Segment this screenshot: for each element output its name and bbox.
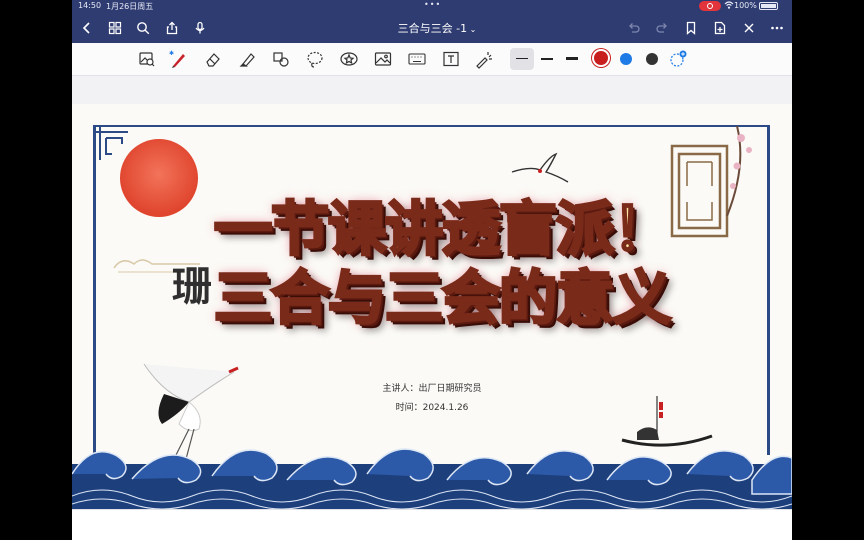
presenter-line: 主讲人：出厂日期研究员 <box>382 384 482 394</box>
document-title[interactable]: 三合与三会 -1 ⌄ <box>382 20 492 36</box>
line-width-thick[interactable] <box>566 57 578 60</box>
search-icon[interactable] <box>134 19 152 37</box>
eraser-icon[interactable] <box>203 49 223 69</box>
status-bar: 14:50 1月26日周五 ••• 100% <box>72 0 792 12</box>
bookmark-icon[interactable] <box>682 19 700 37</box>
keyboard-icon[interactable] <box>407 49 427 69</box>
battery-icon <box>759 2 778 10</box>
line-width-thin[interactable] <box>516 58 528 59</box>
battery-percent: 100% <box>734 1 757 10</box>
microphone-icon[interactable] <box>191 19 209 37</box>
more-icon[interactable] <box>768 19 786 37</box>
redo-icon[interactable] <box>653 19 671 37</box>
color-blue-swatch[interactable] <box>620 53 632 65</box>
shapes-icon[interactable] <box>271 49 291 69</box>
chevron-down-icon: ⌄ <box>467 25 477 34</box>
line-width-medium[interactable] <box>541 58 553 60</box>
svg-text:✱: ✱ <box>169 50 174 57</box>
date-line: 时间：2024.1.26 <box>395 403 469 413</box>
undo-icon[interactable] <box>625 19 643 37</box>
color-red-swatch[interactable] <box>594 51 608 65</box>
ipad-screen: 14:50 1月26日周五 ••• 100% 三合与三会 -1 ⌄ ✱ 珊 一节… <box>72 0 792 540</box>
highlighter-icon[interactable] <box>237 49 257 69</box>
line-width-selected[interactable] <box>510 48 534 70</box>
color-black-swatch[interactable] <box>646 53 658 65</box>
document-nav-bar: 三合与三会 -1 ⌄ <box>72 12 792 43</box>
image-icon[interactable] <box>373 49 393 69</box>
text-box-icon[interactable] <box>441 49 461 69</box>
sticker-icon[interactable] <box>339 49 359 69</box>
lasso-image-icon[interactable] <box>137 49 157 69</box>
lasso-icon[interactable] <box>305 49 325 69</box>
share-icon[interactable] <box>163 19 181 37</box>
ocean-waves-decoration <box>72 448 792 509</box>
slide-title-line-2: 三合与三会的意义 <box>212 264 672 332</box>
multitask-dots-icon[interactable]: ••• <box>424 0 441 9</box>
next-page-edge[interactable] <box>72 509 792 540</box>
add-color-icon[interactable] <box>669 49 689 69</box>
screen-recording-icon[interactable] <box>699 1 721 11</box>
laser-pointer-icon[interactable] <box>474 49 494 69</box>
add-page-icon[interactable] <box>711 19 729 37</box>
wifi-icon <box>724 0 734 12</box>
status-time: 14:50 <box>78 1 102 10</box>
document-title-text: 三合与三会 -1 <box>397 22 468 35</box>
back-icon[interactable] <box>78 19 96 37</box>
slide-title-line-1: 一节课讲透盲派！ <box>212 195 672 263</box>
close-icon[interactable] <box>740 19 758 37</box>
grid-view-icon[interactable] <box>106 19 124 37</box>
slide-page[interactable]: 珊 一节课讲透盲派！ 三合与三会的意义 主讲人：出厂日期研究员 时间：2024.… <box>72 104 792 509</box>
pen-icon[interactable]: ✱ <box>169 49 189 69</box>
annotation-toolbar: ✱ <box>72 43 792 76</box>
status-date: 1月26日周五 <box>106 2 154 11</box>
flying-crane-decoration <box>511 152 569 183</box>
